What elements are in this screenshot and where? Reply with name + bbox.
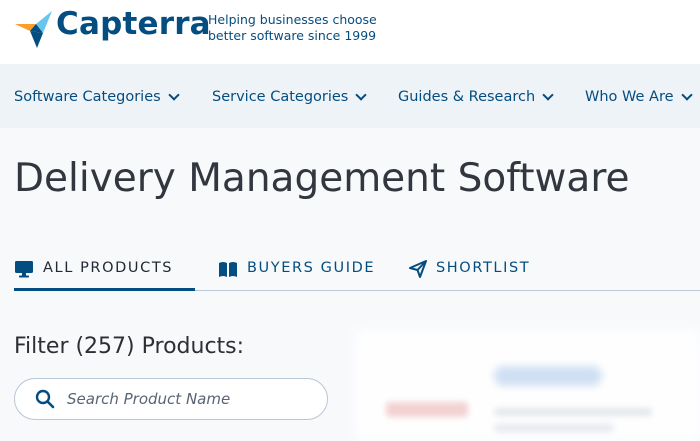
blurred-product-logo — [386, 402, 468, 417]
blurred-text-line — [494, 424, 614, 432]
monitor-icon — [15, 261, 33, 278]
main-nav: Software Categories Service Categories G… — [0, 64, 700, 128]
tagline-line-1: Helping businesses choose — [208, 12, 377, 27]
tab-shortlist[interactable]: SHORTLIST — [409, 254, 530, 291]
tab-label: ALL PRODUCTS — [43, 260, 174, 276]
capterra-logo-icon[interactable] — [14, 9, 54, 49]
nav-item-label: Service Categories — [212, 89, 349, 105]
chevron-down-icon — [355, 88, 368, 101]
brand-name[interactable]: Capterra — [56, 6, 211, 42]
header-bar: Capterra Helping businesses choose bette… — [0, 0, 700, 64]
nav-item-label: Guides & Research — [398, 89, 536, 105]
tab-all-products[interactable]: ALL PRODUCTS — [14, 254, 195, 291]
nav-service-categories[interactable]: Service Categories — [212, 88, 368, 105]
nav-who-we-are[interactable]: Who We Are — [585, 88, 693, 105]
nav-guides-research[interactable]: Guides & Research — [398, 88, 554, 105]
blurred-product-name — [494, 366, 602, 386]
chevron-down-icon — [168, 88, 180, 101]
nav-software-categories[interactable]: Software Categories — [14, 88, 180, 105]
chevron-down-icon — [542, 88, 554, 101]
paper-plane-icon — [409, 260, 427, 278]
blurred-text-line — [494, 408, 652, 416]
brand-tagline: Helping businesses choose better softwar… — [208, 12, 377, 44]
filter-heading: Filter (257) Products: — [14, 334, 245, 359]
product-search-box[interactable] — [14, 378, 328, 420]
book-icon — [219, 262, 237, 277]
tab-label: SHORTLIST — [436, 260, 531, 276]
search-product-input[interactable] — [67, 390, 307, 408]
nav-item-label: Who We Are — [585, 89, 674, 105]
search-icon — [35, 389, 55, 409]
tab-buyers-guide[interactable]: BUYERS GUIDE — [218, 254, 375, 291]
chevron-down-icon — [680, 88, 693, 101]
tagline-line-2: better software since 1999 — [208, 28, 377, 43]
page-title: Delivery Management Software — [14, 156, 630, 201]
nav-item-label: Software Categories — [14, 89, 161, 105]
tab-bar: ALL PRODUCTS BUYERS GUIDE SHORTLIST — [14, 254, 700, 291]
tab-label: BUYERS GUIDE — [247, 260, 376, 276]
